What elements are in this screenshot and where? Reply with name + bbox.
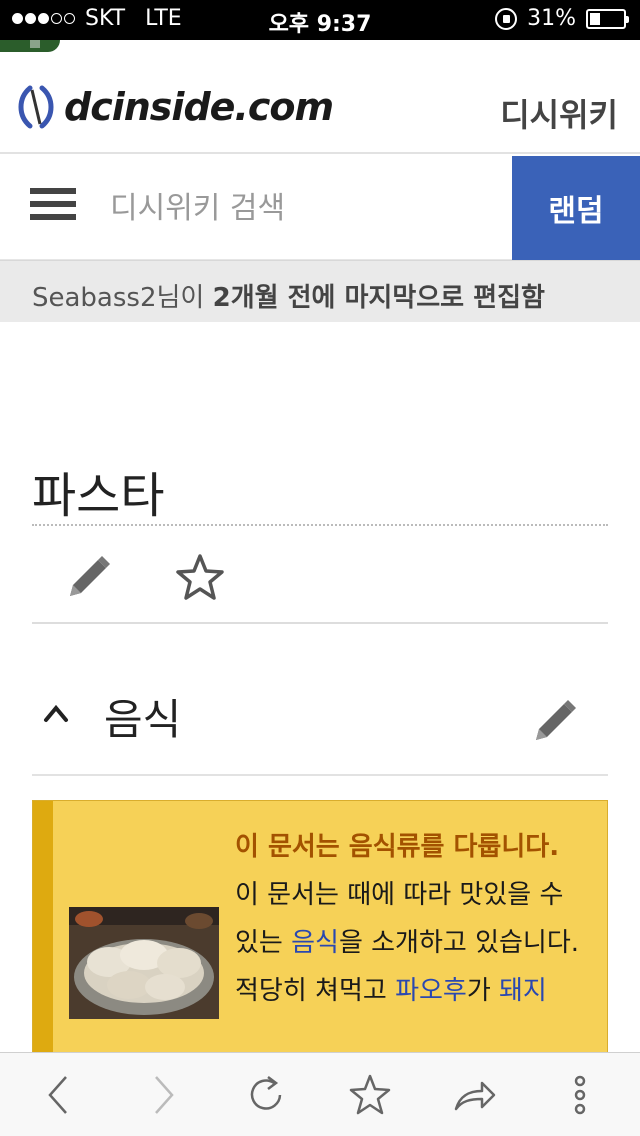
link-food[interactable]: 음식 [291,928,339,958]
logo-text: dcinside.com [64,85,334,129]
section-title: 음식 [104,695,182,744]
last-edit-banner[interactable]: Seabass2님이 2개월 전에 마지막으로 편집함 [0,260,640,322]
dumpling-photo [69,907,219,1019]
pencil-icon[interactable] [526,694,582,750]
page-actions [32,546,608,624]
chevron-right-icon[interactable] [140,1073,184,1117]
status-right: 31% [495,6,629,31]
tab-strip [0,40,640,60]
rotation-lock-icon [495,7,518,30]
link-pig[interactable]: 돼지 [499,976,547,1006]
last-edit-suffix: 님이 [156,283,213,313]
browser-toolbar [0,1052,640,1136]
reload-icon[interactable] [244,1073,288,1117]
battery-percent: 31% [527,6,576,31]
hamburger-icon[interactable] [30,188,76,228]
share-icon[interactable] [452,1073,496,1117]
search-input[interactable] [110,178,490,238]
status-bar: SKT LTE 오후 9:37 31% [0,0,640,40]
infobox-line1-b: 을 소개하고 있습니다. [338,928,580,958]
browser-tab-edge[interactable] [0,40,60,52]
chevron-left-icon[interactable] [38,1073,82,1117]
random-button[interactable]: 랜덤 [512,156,640,260]
battery-fill [590,12,600,25]
link-paohu[interactable]: 파오후 [395,976,467,1006]
battery-icon [586,8,629,29]
page-title: 파스타 [32,456,608,526]
dcinside-logo-icon [18,85,54,129]
star-icon[interactable] [172,550,228,606]
site-logo[interactable]: dcinside.com [16,84,334,130]
last-edit-time[interactable]: 2개월 전에 마지막으로 편집함 [213,283,545,313]
infobox-text: 이 문서는 음식류를 다룹니다. 이 문서는 때에 따라 맛있을 수 있는 음식… [235,823,595,1015]
search-bar: 랜덤 [0,156,640,260]
infobox-line2-a: 적당히 쳐먹고 [235,976,396,1006]
infobox-line2-b: 가 [466,976,500,1006]
infobox-heading: 이 문서는 음식류를 다룹니다. [235,832,560,862]
pencil-icon[interactable] [60,550,116,606]
chevron-up-icon[interactable] [38,694,74,730]
section-header[interactable]: 음식 [32,664,608,776]
last-edit-user[interactable]: Seabass2 [32,283,157,313]
bookmark-star-icon[interactable] [348,1073,392,1117]
more-icon[interactable] [558,1073,602,1117]
wiki-label[interactable]: 디시위키 [500,90,618,136]
site-header: dcinside.com 디시위키 [0,62,640,154]
